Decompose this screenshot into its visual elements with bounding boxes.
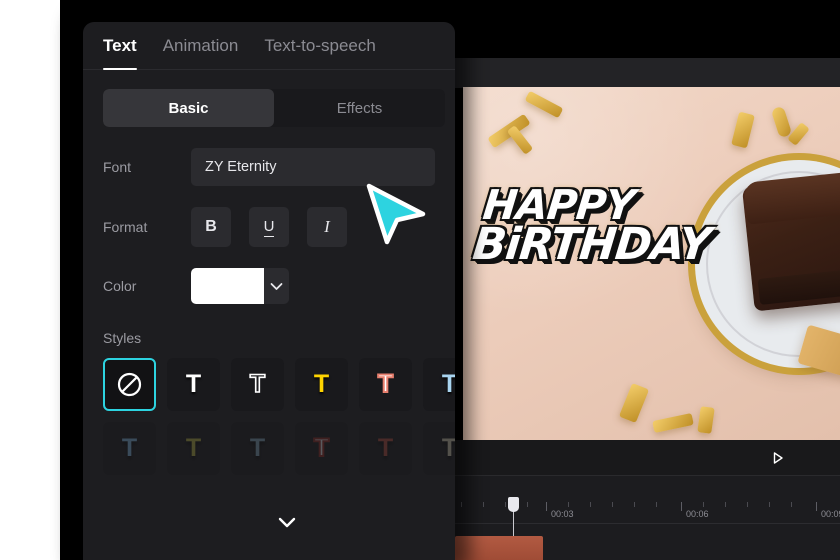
segment-effects[interactable]: Effects — [274, 89, 445, 127]
basic-effects-segmented-control: Basic Effects — [103, 89, 445, 127]
segment-basic[interactable]: Basic — [103, 89, 274, 127]
timeline[interactable]: 00:03 00:06 00:09 — [455, 476, 840, 560]
style-option-salmon-outline[interactable]: T — [359, 358, 412, 411]
screen-root: HAPPY BiRTHDAY 00:03 00:06 00:0 Text Ani… — [0, 0, 840, 560]
player-bar — [455, 440, 840, 476]
style-option-yellow-solid[interactable]: T — [295, 358, 348, 411]
font-row: Font ZY Eternity — [83, 148, 455, 186]
chevron-down-icon[interactable] — [264, 282, 289, 291]
timeline-tick-label: 00:06 — [686, 509, 709, 519]
color-swatch[interactable] — [191, 268, 264, 304]
style-option-red-outline[interactable]: T — [295, 422, 348, 475]
color-row: Color — [83, 268, 455, 304]
tab-text[interactable]: Text — [103, 22, 137, 70]
timeline-tick-label: 00:09 — [821, 509, 840, 519]
format-row: Format B U I — [83, 207, 455, 247]
play-icon[interactable] — [771, 451, 785, 465]
app-toolbar — [455, 58, 840, 88]
style-glyph: T — [313, 434, 330, 462]
underline-glyph: U — [263, 217, 275, 237]
font-label: Font — [103, 159, 132, 175]
color-picker[interactable] — [191, 268, 289, 304]
style-option-blue-shadow[interactable]: T — [103, 422, 156, 475]
timeline-tick-label: 00:03 — [551, 509, 574, 519]
style-glyph: T — [185, 370, 202, 398]
styles-grid-row1: T T T T T — [83, 358, 455, 411]
style-glyph: T — [377, 370, 394, 398]
style-option-white-outline[interactable]: T — [231, 358, 284, 411]
style-glyph: T — [249, 434, 266, 462]
style-option-olive-shadow[interactable]: T — [167, 422, 220, 475]
panel-tabs: Text Animation Text-to-speech — [83, 22, 455, 70]
chocolate-cake-slice — [741, 171, 840, 312]
preview-text-line2: BiRTHDAY — [470, 218, 713, 270]
styles-label: Styles — [103, 330, 142, 346]
style-glyph: T — [441, 370, 455, 398]
style-glyph: T — [441, 434, 455, 462]
bold-button[interactable]: B — [191, 207, 231, 247]
font-select[interactable]: ZY Eternity — [191, 148, 435, 186]
style-glyph: T — [121, 434, 138, 462]
style-option-dark-red[interactable]: T — [359, 422, 412, 475]
style-option-white-solid[interactable]: T — [167, 358, 220, 411]
video-preview[interactable]: HAPPY BiRTHDAY — [463, 87, 840, 440]
italic-glyph: I — [324, 217, 330, 236]
style-option-light-blue[interactable]: T — [423, 358, 455, 411]
style-option-none[interactable] — [103, 358, 156, 411]
text-properties-panel: Text Animation Text-to-speech Basic Effe… — [83, 22, 455, 560]
format-label: Format — [103, 219, 148, 235]
expand-styles-chevron-down-icon[interactable] — [275, 514, 299, 530]
italic-button[interactable]: I — [307, 207, 347, 247]
bold-glyph: B — [205, 218, 217, 235]
playhead-handle[interactable] — [508, 497, 519, 512]
style-option-steel-shadow[interactable]: T — [231, 422, 284, 475]
style-glyph: T — [313, 370, 330, 398]
tab-text-to-speech[interactable]: Text-to-speech — [264, 22, 376, 70]
underline-button[interactable]: U — [249, 207, 289, 247]
style-glyph: T — [377, 434, 394, 462]
style-glyph: T — [249, 370, 266, 398]
preview-text-overlay[interactable]: HAPPY BiRTHDAY — [470, 181, 745, 270]
color-label: Color — [103, 278, 137, 294]
no-style-icon — [117, 372, 142, 397]
tab-animation[interactable]: Animation — [163, 22, 239, 70]
style-option-beige-shadow[interactable]: T — [423, 422, 455, 475]
style-glyph: T — [185, 434, 202, 462]
styles-grid-row2: T T T T T T — [83, 422, 455, 475]
